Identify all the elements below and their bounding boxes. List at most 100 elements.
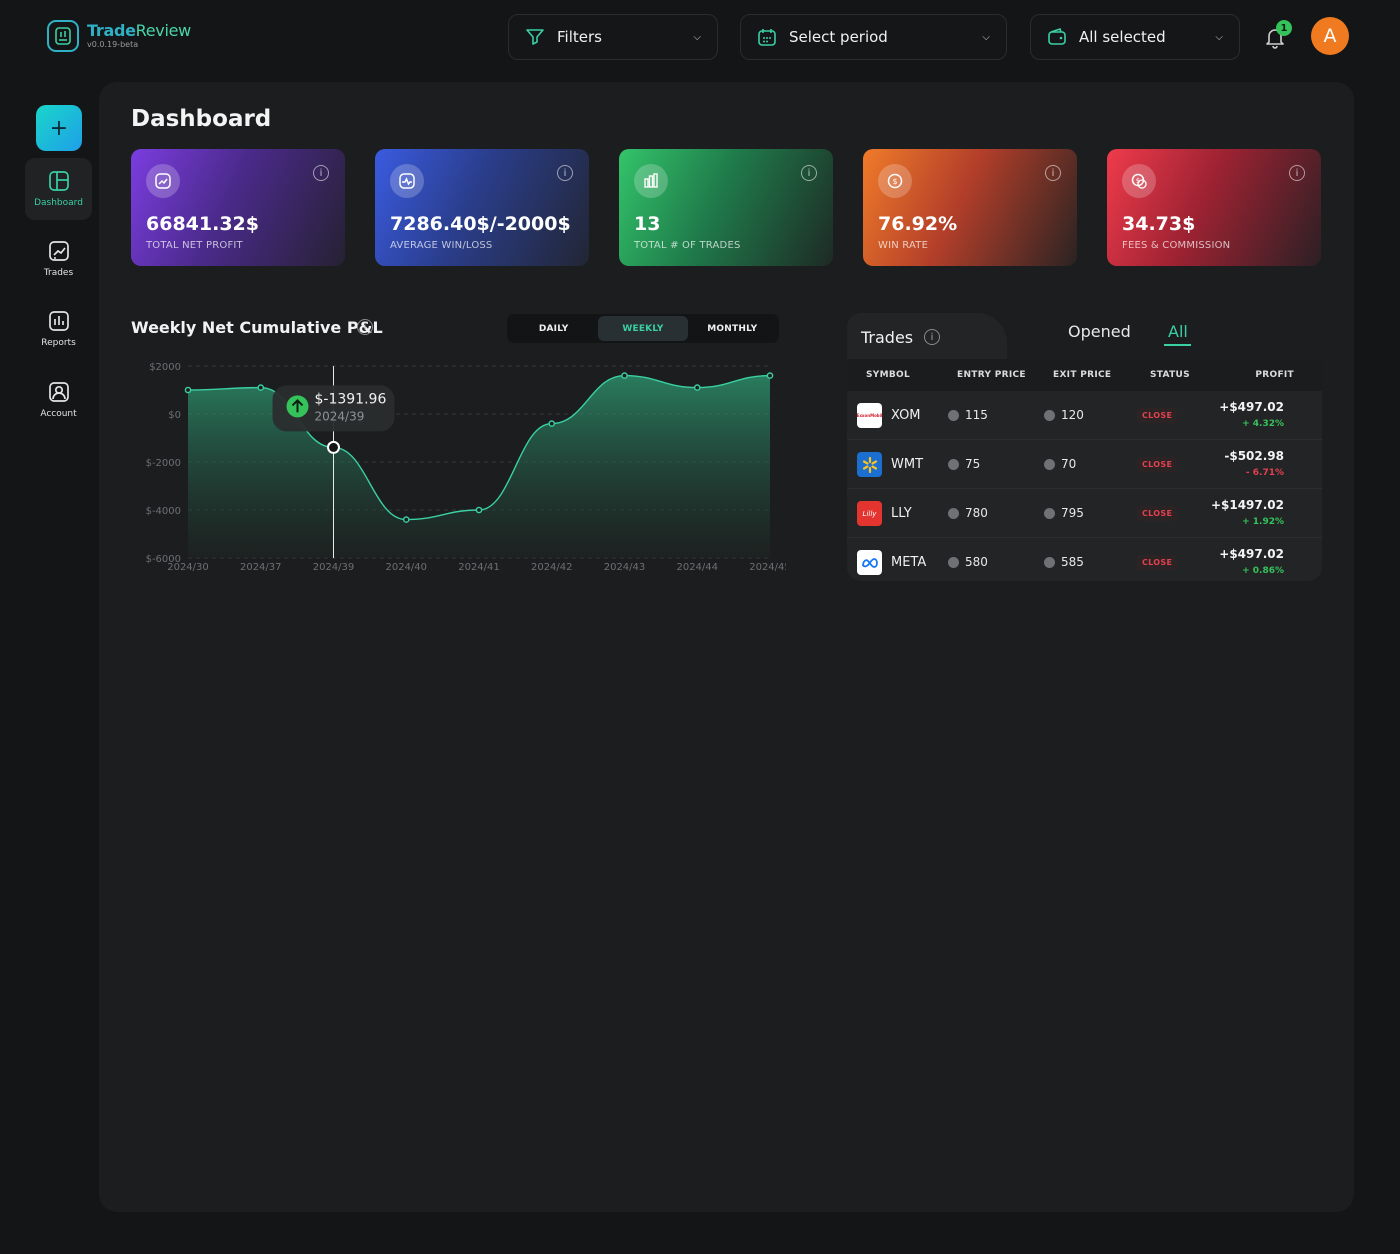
chevron-down-icon: ⌵ (982, 31, 990, 43)
table-header: SYMBOL ENTRY PRICE EXIT PRICE STATUS PRO… (847, 359, 1322, 391)
notification-badge: 1 (1276, 20, 1292, 36)
lilly-logo: Lilly (857, 501, 882, 526)
arrow-icon (1044, 458, 1055, 470)
sidebar-item-dashboard[interactable]: Dashboard (25, 158, 92, 220)
stat-caption: WIN RATE (878, 240, 929, 251)
chart-point-highlight (327, 440, 340, 454)
chart-point (621, 372, 628, 379)
sidebar-item-label: Account (40, 409, 77, 419)
column-header-symbol[interactable]: SYMBOL (866, 370, 910, 380)
row-symbol: LLY (891, 506, 912, 521)
range-daily-button[interactable]: DAILY (509, 316, 598, 341)
app-version: v0.0.19-beta (87, 40, 139, 49)
sidebar-item-label: Trades (43, 268, 74, 278)
row-exit: 585 (1044, 555, 1084, 569)
x-tick-label: 2024/39 (313, 562, 355, 573)
stat-card-total-trades[interactable]: i 13 TOTAL # OF TRADES (619, 149, 833, 266)
dollar-up-icon: $ (878, 164, 912, 198)
chart-point (184, 386, 192, 394)
tooltip-label: 2024/39 (315, 409, 365, 423)
meta-infinity-icon (857, 550, 882, 575)
pulse-icon (390, 164, 424, 198)
stat-card-avg-win-loss[interactable]: i 7286.40$/-2000$ AVERAGE WIN/LOSS (375, 149, 589, 266)
arrow-icon (1044, 409, 1055, 421)
sidebar-item-reports[interactable]: Reports (25, 298, 92, 360)
info-icon[interactable]: i (924, 329, 940, 345)
coins-icon: $ (1122, 164, 1156, 198)
chart-point (693, 384, 701, 391)
column-header-exit[interactable]: EXIT PRICE (1053, 370, 1111, 380)
sidebar-item-trades[interactable]: Trades (25, 228, 92, 290)
stat-caption: TOTAL # OF TRADES (634, 240, 741, 251)
row-profit: -$502.98 (1224, 449, 1284, 463)
y-tick-label: $2000 (149, 362, 181, 373)
info-icon[interactable]: i (1289, 165, 1305, 181)
arrow-icon (1044, 507, 1055, 519)
status-badge: CLOSE (1137, 457, 1178, 472)
bar-chart-icon (634, 164, 668, 198)
row-profit: +$497.02 (1219, 400, 1284, 414)
table-row[interactable]: META 580 585 CLOSE +$497.02 + 0.86% (847, 538, 1322, 581)
x-tick-label: 2024/45 (749, 562, 786, 573)
period-dropdown[interactable]: Select period ⌵ (740, 14, 1007, 60)
arrow-icon (948, 409, 959, 421)
y-tick-label: $-4000 (146, 506, 181, 517)
stat-card-net-profit[interactable]: i 66841.32$ TOTAL NET PROFIT (131, 149, 345, 266)
info-icon[interactable]: i (313, 165, 329, 181)
tab-opened[interactable]: Opened (1068, 322, 1131, 341)
pnl-area-chart[interactable]: $2000$0$-2000$-4000$-6000 2024/30 2024/37… (131, 355, 786, 580)
chart-title: Weekly Net Cumulative P&L (131, 318, 383, 337)
x-tick-label: 2024/40 (385, 562, 427, 573)
chart-point (548, 420, 556, 427)
x-tick-label: 2024/30 (167, 562, 209, 573)
app-logo[interactable]: TradeReview v0.0.19-beta (47, 20, 191, 52)
trades-panel: Trades i Opened All SYMBOL ENTRY PRICE E… (847, 313, 1322, 581)
range-weekly-button[interactable]: WEEKLY (598, 316, 688, 341)
sidebar-item-label: Reports (41, 338, 76, 348)
stat-card-win-rate[interactable]: $ i 76.92% WIN RATE (863, 149, 1077, 266)
info-icon[interactable]: i (357, 319, 373, 335)
stat-value: 13 (634, 213, 661, 235)
period-label: Select period (789, 28, 888, 46)
column-header-status[interactable]: STATUS (1150, 370, 1190, 380)
accounts-dropdown[interactable]: All selected ⌵ (1030, 14, 1240, 60)
arrow-icon (948, 556, 959, 568)
tab-all[interactable]: All (1168, 322, 1188, 341)
info-icon[interactable]: i (1045, 165, 1061, 181)
row-exit: 795 (1044, 506, 1084, 520)
filters-dropdown[interactable]: Filters ⌵ (508, 14, 718, 60)
table-row[interactable]: Lilly LLY 780 795 CLOSE +$1497.02 + 1.92… (847, 489, 1322, 538)
page-title: Dashboard (131, 106, 272, 132)
x-tick-label: 2024/41 (458, 562, 500, 573)
info-icon[interactable]: i (801, 165, 817, 181)
avatar[interactable]: A (1311, 17, 1349, 55)
svg-text:$: $ (1136, 177, 1140, 185)
stat-caption: AVERAGE WIN/LOSS (390, 240, 493, 251)
table-row[interactable]: WMT 75 70 CLOSE -$502.98 - 6.71% (847, 440, 1322, 489)
chart-point (766, 372, 774, 379)
info-icon[interactable]: i (557, 165, 573, 181)
walmart-spark-icon (857, 452, 882, 477)
exxonmobil-logo: ExxonMobil (857, 403, 882, 428)
trend-chart-icon (146, 164, 180, 198)
trades-title: Trades (861, 328, 914, 347)
trades-icon (48, 241, 69, 261)
row-profit-percent: + 0.86% (1242, 566, 1284, 576)
column-header-entry[interactable]: ENTRY PRICE (957, 370, 1026, 380)
table-row[interactable]: ExxonMobil XOM 115 120 CLOSE +$497.02 + … (847, 391, 1322, 440)
stat-card-fees[interactable]: $ i 34.73$ FEES & COMMISSION (1107, 149, 1321, 266)
stat-value: 7286.40$/-2000$ (390, 213, 571, 235)
row-entry: 115 (948, 408, 988, 422)
x-tick-label: 2024/43 (604, 562, 646, 573)
x-tick-label: 2024/37 (240, 562, 282, 573)
column-header-profit[interactable]: PROFIT (1255, 370, 1294, 380)
sidebar-item-account[interactable]: Account (25, 369, 92, 431)
tooltip-value: $-1391.96 (315, 391, 387, 407)
account-icon (48, 382, 69, 402)
add-button[interactable]: + (36, 105, 82, 151)
stat-value: 76.92% (878, 213, 958, 235)
range-toggle: DAILY WEEKLY MONTHLY (507, 314, 779, 343)
stat-caption: FEES & COMMISSION (1122, 240, 1231, 251)
range-monthly-button[interactable]: MONTHLY (688, 316, 777, 341)
trades-table: SYMBOL ENTRY PRICE EXIT PRICE STATUS PRO… (847, 359, 1322, 581)
